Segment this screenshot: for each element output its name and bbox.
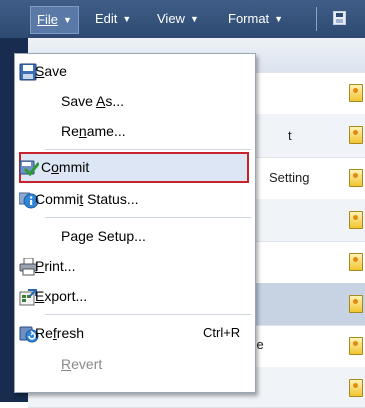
- menu-item-label: Commit: [41, 159, 90, 175]
- menu-item-shortcut: Ctrl+R: [203, 325, 241, 340]
- menu-item-label: Export...: [35, 288, 88, 304]
- menu-item-save-as[interactable]: Save As...: [15, 87, 255, 116]
- menu-item-label: Page Setup...: [61, 228, 146, 244]
- commit-icon: [19, 158, 39, 177]
- save-icon[interactable]: [333, 11, 346, 25]
- menu-separator: [45, 149, 251, 150]
- chevron-down-icon: ▼: [62, 15, 72, 25]
- menu-separator: [45, 314, 251, 315]
- row-text: Setting: [269, 170, 310, 185]
- menu-file[interactable]: File ▼: [30, 6, 79, 34]
- menu-item-commit-status[interactable]: Commit Status...: [15, 185, 255, 214]
- menubar-separator: [316, 7, 317, 31]
- document-icon[interactable]: [349, 337, 363, 355]
- menu-item-label: Save As...: [61, 93, 125, 109]
- document-icon[interactable]: [349, 253, 363, 271]
- menubar: File ▼ Edit ▼ View ▼ Format ▼: [0, 0, 365, 39]
- menu-item-label: Rename...: [61, 123, 126, 139]
- chevron-down-icon: ▼: [189, 14, 199, 24]
- document-icon[interactable]: [349, 211, 363, 229]
- menu-item-export[interactable]: Export...: [15, 282, 255, 311]
- menu-item-label: Save: [35, 63, 67, 79]
- menu-separator: [45, 217, 251, 218]
- document-icon[interactable]: [349, 126, 363, 144]
- menu-edit[interactable]: Edit ▼: [95, 9, 131, 29]
- menu-edit-label: Edit: [95, 11, 118, 26]
- document-icon[interactable]: [349, 379, 363, 397]
- menu-item-refresh[interactable]: Refresh Ctrl+R: [15, 319, 255, 348]
- menu-item-rename[interactable]: Rename...: [15, 117, 255, 146]
- menu-item-label: Refresh: [35, 325, 85, 341]
- menu-format-label: Format: [228, 11, 270, 26]
- menu-item-label: Commit Status...: [35, 191, 139, 207]
- document-icon[interactable]: [349, 169, 363, 187]
- menu-item-page-setup[interactable]: Page Setup...: [15, 222, 255, 251]
- menu-view[interactable]: View ▼: [157, 9, 199, 29]
- file-menu-dropdown: Save Save As... Rename... Commit Commit …: [14, 53, 256, 393]
- menu-item-label: Print...: [35, 258, 76, 274]
- menu-item-revert: Revert: [15, 350, 255, 379]
- menu-view-label: View: [157, 11, 185, 26]
- document-icon[interactable]: [349, 84, 363, 102]
- menu-item-commit[interactable]: Commit: [19, 152, 249, 183]
- document-icon[interactable]: [349, 295, 363, 313]
- menu-item-label: Revert: [61, 356, 103, 372]
- menu-file-label: File: [37, 12, 58, 27]
- chevron-down-icon: ▼: [122, 14, 132, 24]
- menu-item-save[interactable]: Save: [15, 57, 255, 86]
- chevron-down-icon: ▼: [274, 14, 284, 24]
- menu-item-print[interactable]: Print...: [15, 252, 255, 281]
- menu-format[interactable]: Format ▼: [228, 9, 283, 29]
- row-text: t: [288, 128, 292, 143]
